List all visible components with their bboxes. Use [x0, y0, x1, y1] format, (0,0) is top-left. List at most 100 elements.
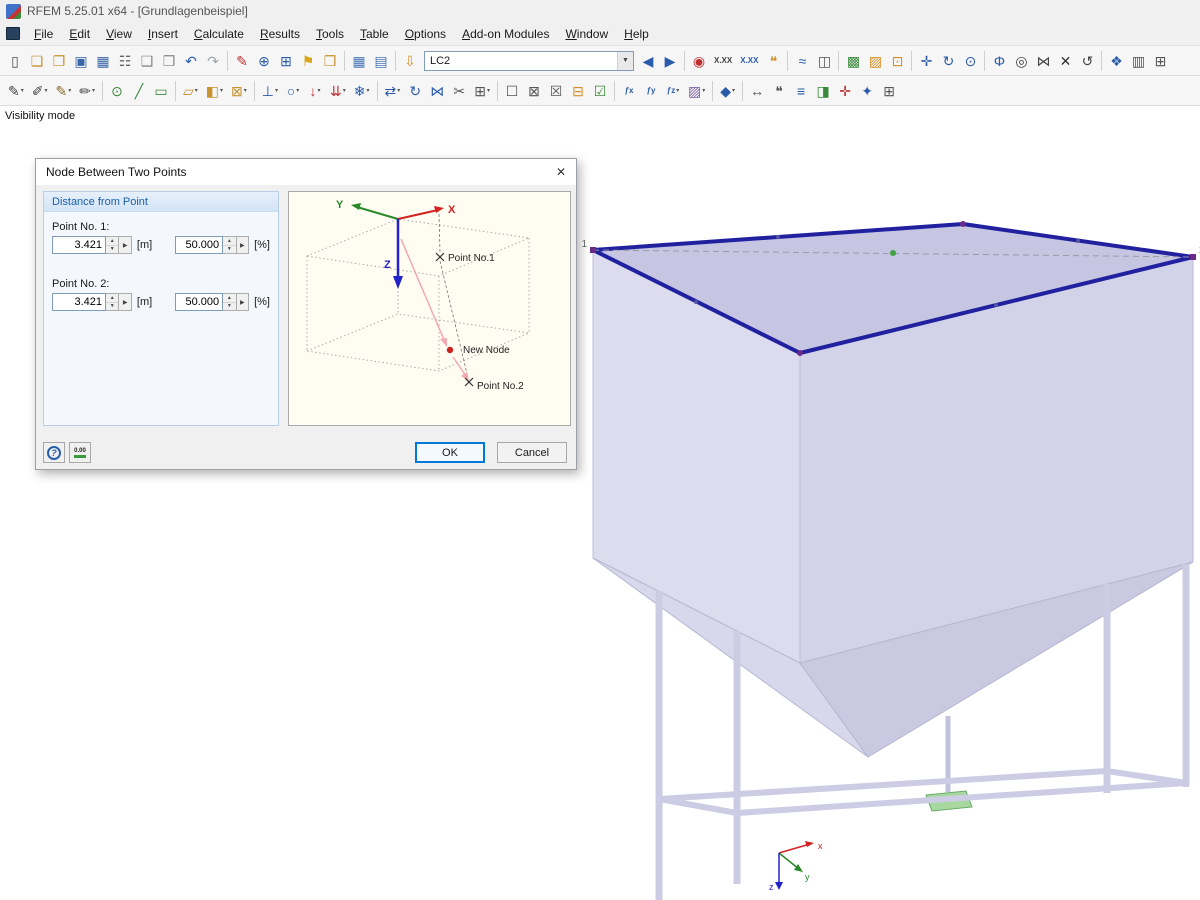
- point1-percent-spinner[interactable]: ▲ ▼: [223, 236, 237, 254]
- new-load-icon[interactable]: ↓ ▾: [304, 79, 326, 103]
- menu-item-options[interactable]: Options: [397, 24, 454, 44]
- render-wireframe-icon[interactable]: ▨: [864, 49, 886, 73]
- render-solid-icon[interactable]: ⊡: [886, 49, 908, 73]
- snap-settings-icon[interactable]: ✎ ▾: [4, 79, 28, 103]
- help-button[interactable]: ?: [43, 442, 65, 463]
- comments-icon[interactable]: ❝: [762, 49, 784, 73]
- spin-down-icon[interactable]: ▼: [223, 301, 236, 311]
- point2-distance-spinner[interactable]: ▲ ▼: [106, 293, 120, 311]
- zoom-extents-icon[interactable]: ⊙: [959, 49, 981, 73]
- forces-y-icon[interactable]: ƒy: [640, 79, 662, 103]
- block-manager-icon[interactable]: ❒: [158, 49, 180, 73]
- dropdown-caret-icon[interactable]: ▾: [367, 87, 370, 94]
- result-diagrams-icon[interactable]: ≈: [791, 49, 813, 73]
- go-to-table-icon[interactable]: ⊞: [878, 79, 900, 103]
- cancel-button[interactable]: Cancel: [497, 442, 567, 463]
- spin-up-icon[interactable]: ▲: [223, 294, 235, 302]
- format-painter-icon[interactable]: ◆ ▾: [716, 79, 739, 103]
- spin-up-icon[interactable]: ▲: [106, 294, 118, 302]
- edit-pen-icon[interactable]: ✎: [231, 49, 253, 73]
- new-node-icon[interactable]: ⊙: [106, 79, 128, 103]
- grid-toggle-icon[interactable]: ⊞: [1149, 49, 1171, 73]
- dropdown-caret-icon[interactable]: ▾: [702, 87, 705, 94]
- menu-item-results[interactable]: Results: [252, 24, 308, 44]
- visibility-mode-icon[interactable]: Φ: [988, 49, 1010, 73]
- spin-down-icon[interactable]: ▼: [106, 301, 119, 311]
- axis-systems-icon[interactable]: ✛: [834, 79, 856, 103]
- spin-up-icon[interactable]: ▲: [106, 237, 118, 245]
- next-load-case-icon[interactable]: ▶: [659, 49, 681, 73]
- dropdown-caret-icon[interactable]: ▾: [676, 87, 679, 94]
- menu-item-help[interactable]: Help: [616, 24, 657, 44]
- menu-item-view[interactable]: View: [98, 24, 140, 44]
- extras-icon[interactable]: ✦: [856, 79, 878, 103]
- menu-item-file[interactable]: File: [26, 24, 61, 44]
- select-objects-icon[interactable]: ◎: [1010, 49, 1032, 73]
- open-model-icon[interactable]: ❏: [26, 49, 48, 73]
- show-table-icon[interactable]: ▦: [348, 49, 370, 73]
- new-hinge-icon[interactable]: ○ ▾: [282, 79, 304, 103]
- undo-icon[interactable]: ↶: [180, 49, 202, 73]
- table-manager-icon[interactable]: ▤: [370, 49, 392, 73]
- zoom-window-icon[interactable]: ⊞: [275, 49, 297, 73]
- point1-percent-options-button[interactable]: ▶: [236, 236, 250, 254]
- new-opening-icon[interactable]: ⊠ ▾: [227, 79, 251, 103]
- print-icon[interactable]: ☷: [114, 49, 136, 73]
- new-solid-icon[interactable]: ◧ ▾: [202, 79, 227, 103]
- view-manager-icon[interactable]: ❖: [1105, 49, 1127, 73]
- save-snapshot-icon[interactable]: ❒: [319, 49, 341, 73]
- select-special-icon[interactable]: ⊠: [523, 79, 545, 103]
- snap-perpendicular-icon[interactable]: ✏ ▾: [75, 79, 99, 103]
- menu-item-edit[interactable]: Edit: [61, 24, 98, 44]
- menu-item-add-on-modules[interactable]: Add-on Modules: [454, 24, 557, 44]
- previous-load-case-icon[interactable]: ◀: [637, 49, 659, 73]
- menu-item-table[interactable]: Table: [352, 24, 397, 44]
- show-load-values-icon[interactable]: X.XX: [710, 49, 736, 73]
- mirror-objects-icon[interactable]: ⋈: [426, 79, 448, 103]
- solid-display-icon[interactable]: ◨: [812, 79, 834, 103]
- combo-dropdown-icon[interactable]: ▼: [617, 51, 633, 70]
- redo-icon[interactable]: ↷: [202, 49, 224, 73]
- guidelines-icon[interactable]: ✐ ▾: [28, 79, 52, 103]
- spin-down-icon[interactable]: ▼: [106, 244, 119, 254]
- dropdown-caret-icon[interactable]: ▾: [732, 87, 735, 94]
- dropdown-caret-icon[interactable]: ▾: [318, 87, 321, 94]
- dropdown-caret-icon[interactable]: ▾: [487, 87, 490, 94]
- dropdown-caret-icon[interactable]: ▾: [296, 87, 299, 94]
- dimensions-icon[interactable]: ↔: [746, 79, 768, 103]
- point2-percent-options-button[interactable]: ▶: [236, 293, 250, 311]
- new-member-icon[interactable]: ▭: [150, 79, 172, 103]
- dialog-title-bar[interactable]: Node Between Two Points ✕: [36, 159, 576, 185]
- plausibility-check-icon[interactable]: ☑: [589, 79, 611, 103]
- panel-toggle-icon[interactable]: ▥: [1127, 49, 1149, 73]
- load-case-symbol-icon[interactable]: ⇩: [399, 49, 421, 73]
- numbering-icon[interactable]: ⊟: [567, 79, 589, 103]
- zoom-in-icon[interactable]: ⊕: [253, 49, 275, 73]
- point1-percent-input[interactable]: [175, 236, 224, 254]
- point1-distance-input[interactable]: [52, 236, 106, 254]
- dropdown-caret-icon[interactable]: ▾: [195, 87, 198, 94]
- dropdown-caret-icon[interactable]: ▾: [275, 87, 278, 94]
- divide-member-icon[interactable]: ✂: [448, 79, 470, 103]
- dropdown-caret-icon[interactable]: ▾: [92, 87, 95, 94]
- child-window-icon[interactable]: [6, 27, 20, 40]
- load-generation-icon[interactable]: ⇊ ▾: [326, 79, 350, 103]
- mirror-view-icon[interactable]: ⋈: [1032, 49, 1054, 73]
- connect-members-icon[interactable]: ⊞ ▾: [470, 79, 494, 103]
- close-icon[interactable]: ✕: [546, 160, 576, 184]
- delete-icon[interactable]: ✕: [1054, 49, 1076, 73]
- point1-distance-options-button[interactable]: ▶: [119, 236, 132, 254]
- point2-percent-input[interactable]: [175, 293, 224, 311]
- display-filter-icon[interactable]: ▨ ▾: [684, 79, 709, 103]
- spin-up-icon[interactable]: ▲: [223, 237, 235, 245]
- new-surface-icon[interactable]: ▱ ▾: [179, 79, 202, 103]
- print-preview-icon[interactable]: ◫: [813, 49, 835, 73]
- dropdown-caret-icon[interactable]: ▾: [21, 87, 24, 94]
- show-flags-icon[interactable]: ⚑: [297, 49, 319, 73]
- save-all-icon[interactable]: ▦: [92, 49, 114, 73]
- layers-icon[interactable]: ≡: [790, 79, 812, 103]
- superposition-icon[interactable]: ◉: [688, 49, 710, 73]
- move-view-icon[interactable]: ✛: [915, 49, 937, 73]
- dropdown-caret-icon[interactable]: ▾: [397, 87, 400, 94]
- section-view-icon[interactable]: ▩: [842, 49, 864, 73]
